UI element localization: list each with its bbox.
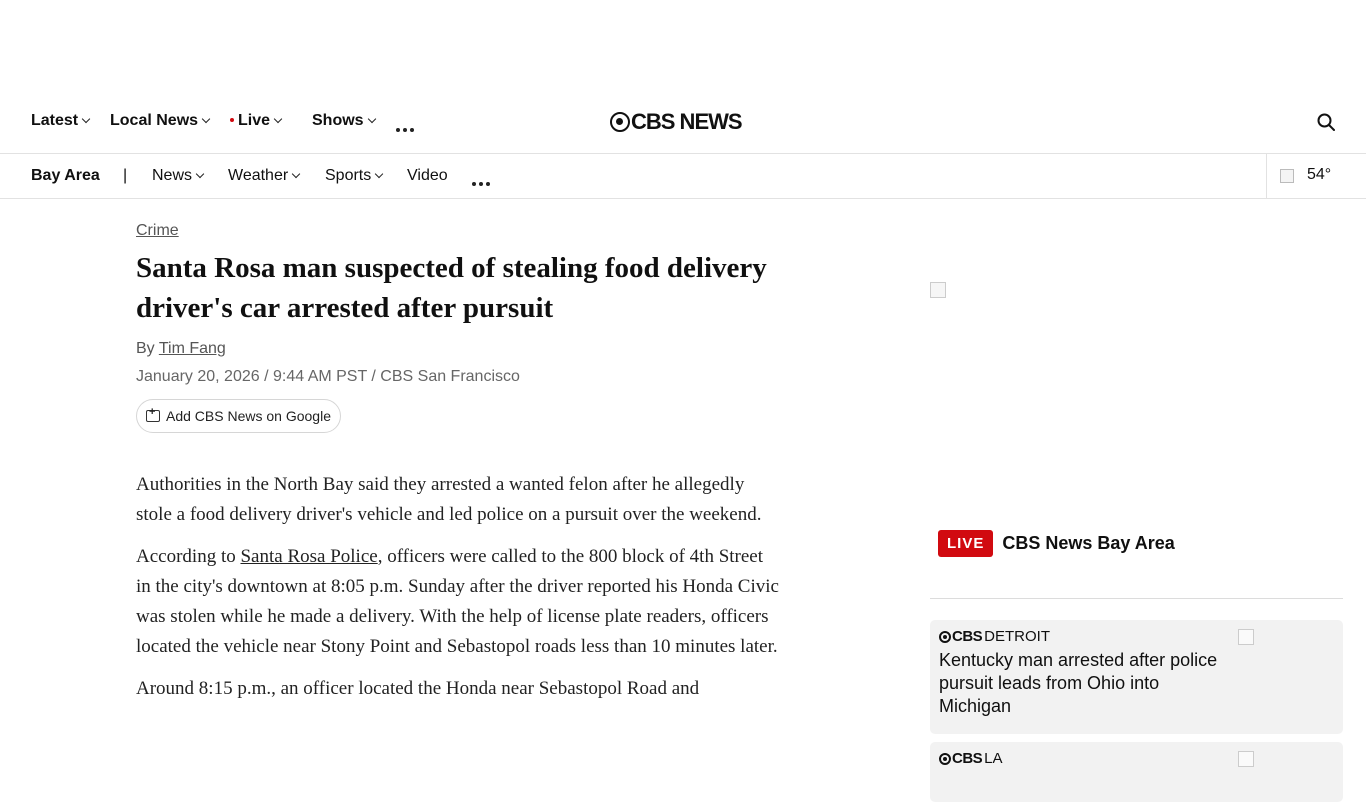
live-title: CBS News Bay Area [1002,533,1175,553]
story-thumbnail [1238,629,1254,645]
live-badge: LIVE [938,530,994,557]
paragraph: Around 8:15 p.m., an officer located the… [136,678,700,699]
paragraph: Authorities in the North Bay said they a… [136,474,762,525]
logo-text: CBS NEWS [631,109,743,134]
nav-shows[interactable]: Shows [312,112,376,130]
nav-latest-label: Latest [31,112,79,129]
cbs-eye-icon [939,752,951,765]
chevron-down-icon [273,114,283,124]
story-thumbnail [1238,751,1254,767]
chevron-down-icon [375,169,384,179]
cbs-eye-icon [939,630,951,643]
nav-latest[interactable]: Latest [31,112,91,130]
add-google-label: Add CBS News on Google [166,408,331,424]
nav-weather-label: Weather [228,167,289,184]
station-network: CBS [952,628,983,645]
nav-sports[interactable]: Sports [325,167,384,185]
article-headline: Santa Rosa man suspected of stealing foo… [136,252,767,324]
nav-live-label: Live [238,112,271,129]
nav-weather[interactable]: Weather [228,167,301,185]
nav-local-news-label: Local News [110,112,199,129]
nav-news[interactable]: News [152,167,205,185]
more-dots-icon [396,128,414,132]
add-google-icon [146,406,160,422]
station-name: DETROIT [984,628,1051,645]
add-google-button[interactable]: Add CBS News on Google [136,399,341,433]
top-navigation: Latest Local News Live Shows CBS NEWS [0,100,1366,154]
chevron-down-icon [367,114,376,124]
author-link[interactable]: Tim Fang [159,340,226,357]
nav-news-label: News [152,167,193,184]
paragraph-text: According to [136,546,241,567]
nav-bay-area[interactable]: Bay Area [31,167,100,185]
dateline: January 20, 2026 / 9:44 AM PST / CBS San… [136,368,520,385]
nav-local-news[interactable]: Local News [110,112,211,130]
byline: By Tim Fang [136,340,226,358]
category-link[interactable]: Crime [136,222,179,240]
chevron-down-icon [81,114,91,124]
cbs-eye-icon [610,112,630,132]
nav-separator: | [123,167,128,184]
santa-rosa-police-link[interactable]: Santa Rosa Police [240,546,377,567]
station-logo: CBS LA [939,750,1003,767]
temperature: 54° [1307,166,1332,183]
paragraph: According to Santa Rosa Police, officers… [136,542,781,662]
more-dots-icon [472,182,490,186]
article-body: Authorities in the North Bay said they a… [136,470,781,716]
related-story-card[interactable]: CBS LA [930,742,1343,802]
local-more-button[interactable] [472,173,490,191]
station-network: CBS [952,750,983,767]
nav-shows-label: Shows [312,112,364,129]
weather-widget[interactable]: 54° [1266,154,1366,198]
chevron-down-icon [291,169,301,179]
search-icon[interactable] [1317,113,1335,131]
local-navigation: Bay Area | News Weather Sports Video 54° [0,154,1366,199]
story-title: Kentucky man arrested after police pursu… [939,650,1218,716]
chevron-down-icon [201,114,211,124]
byline-prefix: By [136,340,155,357]
cbs-news-logo[interactable]: CBS NEWS [610,109,743,134]
nav-sports-label: Sports [325,167,372,184]
station-logo: CBS DETROIT [939,628,1050,645]
related-story-card[interactable]: CBS DETROIT Kentucky man arrested after p… [930,620,1343,734]
ad-image[interactable] [930,282,946,298]
live-dot-icon [230,118,234,122]
weather-icon [1280,169,1294,183]
chevron-down-icon [195,169,205,179]
live-stream-header[interactable]: LIVE CBS News Bay Area [938,530,1175,557]
station-name: LA [984,750,1003,767]
divider [930,598,1343,599]
nav-video[interactable]: Video [407,167,448,185]
more-menu-button[interactable] [396,119,414,137]
nav-live[interactable]: Live [230,112,283,130]
